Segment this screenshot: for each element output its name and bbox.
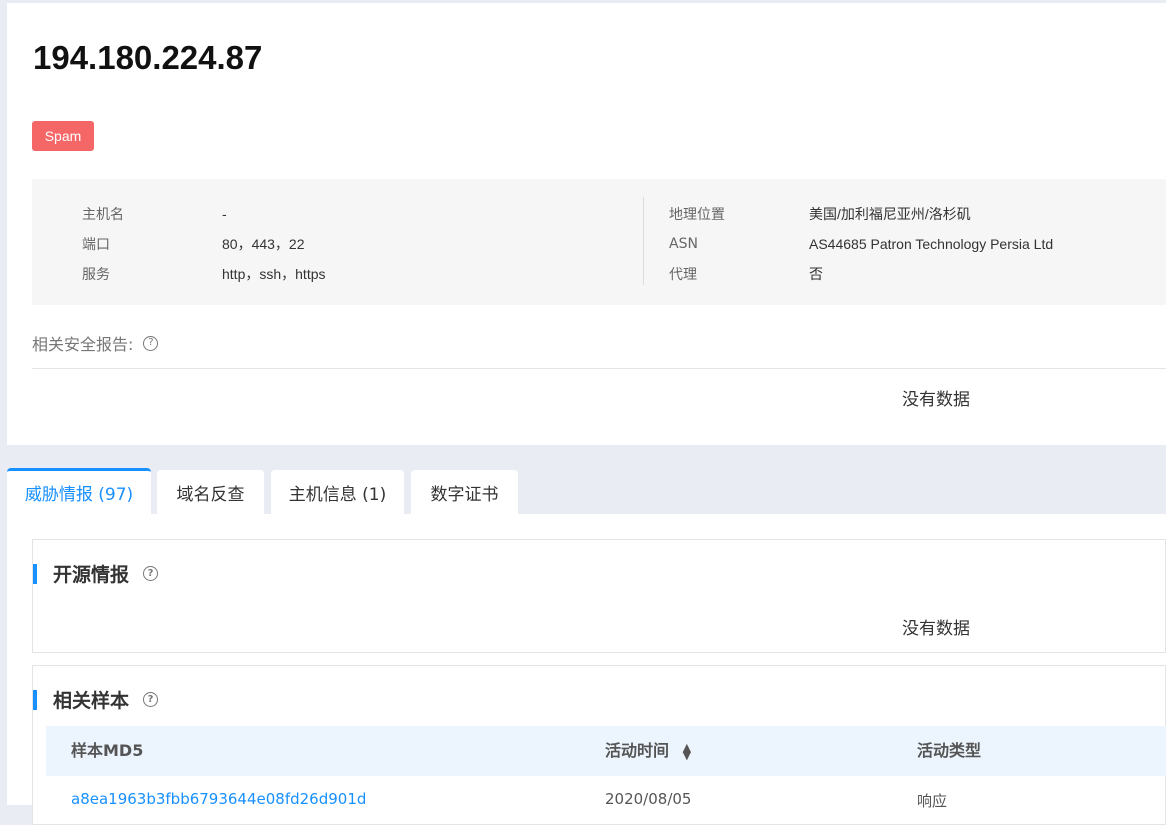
security-reports-label-text: 相关安全报告: <box>32 335 134 354</box>
section-title-text: 相关样本 <box>53 690 130 712</box>
info-key: 服务 <box>82 267 110 283</box>
info-row-asn: ASN AS44685 Patron Technology Persia Ltd <box>669 229 1053 259</box>
open-source-empty-text: 没有数据 <box>902 619 970 639</box>
info-value: 80，443，22 <box>222 236 305 252</box>
column-header-label: 活动时间 <box>605 741 670 760</box>
question-circle-icon[interactable]: ? <box>143 335 159 351</box>
info-value: AS44685 Patron Technology Persia Ltd <box>809 236 1054 252</box>
sample-activity-time: 2020/08/05 <box>605 790 692 808</box>
info-key: 端口 <box>82 237 110 253</box>
tab-host-info[interactable]: 主机信息 (1) <box>271 470 404 514</box>
info-row-hostname: 主机名 - <box>82 199 326 229</box>
question-circle-icon[interactable]: ? <box>143 692 159 707</box>
column-header-activity-type[interactable]: 活动类型 <box>917 726 981 776</box>
info-value: 否 <box>809 266 823 282</box>
info-row-location: 地理位置 美国/加利福尼亚州/洛杉矶 <box>669 199 1053 229</box>
sample-activity-type: 响应 <box>917 792 948 810</box>
threat-tag[interactable]: Spam <box>32 121 94 151</box>
info-row-ports: 端口 80，443，22 <box>82 229 326 259</box>
sample-md5-link[interactable]: a8ea1963b3fbb6793644e08fd26d901d <box>71 790 366 808</box>
section-accent-bar <box>33 563 37 584</box>
samples-table-header: 样本MD5 活动时间 ▲ ▼ 活动类型 <box>46 726 1166 776</box>
info-key: 代理 <box>669 267 697 283</box>
info-column-left: 主机名 - 端口 80，443，22 服务 http，ssh，https <box>82 199 326 289</box>
tab-certificates[interactable]: 数字证书 <box>411 470 518 514</box>
info-row-proxy: 代理 否 <box>669 259 1053 289</box>
info-value: - <box>222 206 227 222</box>
section-title: 开源情报 ? <box>33 560 159 587</box>
reports-empty-text: 没有数据 <box>902 390 970 410</box>
tab-threat-intel[interactable]: 威胁情报 (97) <box>7 468 151 514</box>
security-reports-label: 相关安全报告: ? <box>32 331 159 355</box>
samples-section: 相关样本 ? 样本MD5 活动时间 ▲ ▼ 活动类型 a8ea1963b3fbb6… <box>32 665 1166 825</box>
info-column-right: 地理位置 美国/加利福尼亚州/洛杉矶 ASN AS44685 Patron Te… <box>669 199 1053 289</box>
info-key: 地理位置 <box>669 207 725 223</box>
section-title-text: 开源情报 <box>53 564 130 586</box>
info-key: 主机名 <box>82 207 124 223</box>
info-value: 美国/加利福尼亚州/洛杉矶 <box>809 206 971 222</box>
info-divider <box>643 197 644 285</box>
page-title: 194.180.224.87 <box>33 39 263 76</box>
column-header-md5[interactable]: 样本MD5 <box>71 726 143 776</box>
section-accent-bar <box>33 689 37 710</box>
info-key: ASN <box>669 236 698 252</box>
info-row-services: 服务 http，ssh，https <box>82 259 326 289</box>
divider <box>32 368 1166 369</box>
open-source-section: 开源情报 ? 没有数据 <box>32 539 1166 653</box>
question-circle-icon[interactable]: ? <box>143 566 159 581</box>
section-title: 相关样本 ? <box>33 686 159 713</box>
info-value: http，ssh，https <box>222 266 326 282</box>
column-header-activity-time[interactable]: 活动时间 ▲ ▼ <box>605 726 691 776</box>
ip-summary-card: 194.180.224.87 Spam 主机名 - 端口 80，443，22 服… <box>7 3 1166 445</box>
basic-info-panel: 主机名 - 端口 80，443，22 服务 http，ssh，https 地理位… <box>32 179 1166 305</box>
tab-domain-reverse[interactable]: 域名反查 <box>157 470 264 514</box>
sort-caret-icon[interactable]: ▲ ▼ <box>683 742 691 761</box>
tab-bar: 威胁情报 (97) 域名反查 主机信息 (1) 数字证书 <box>7 468 1166 514</box>
tab-content: 开源情报 ? 没有数据 相关样本 ? 样本MD5 活动时间 ▲ ▼ 活动类型 a8… <box>7 514 1166 825</box>
